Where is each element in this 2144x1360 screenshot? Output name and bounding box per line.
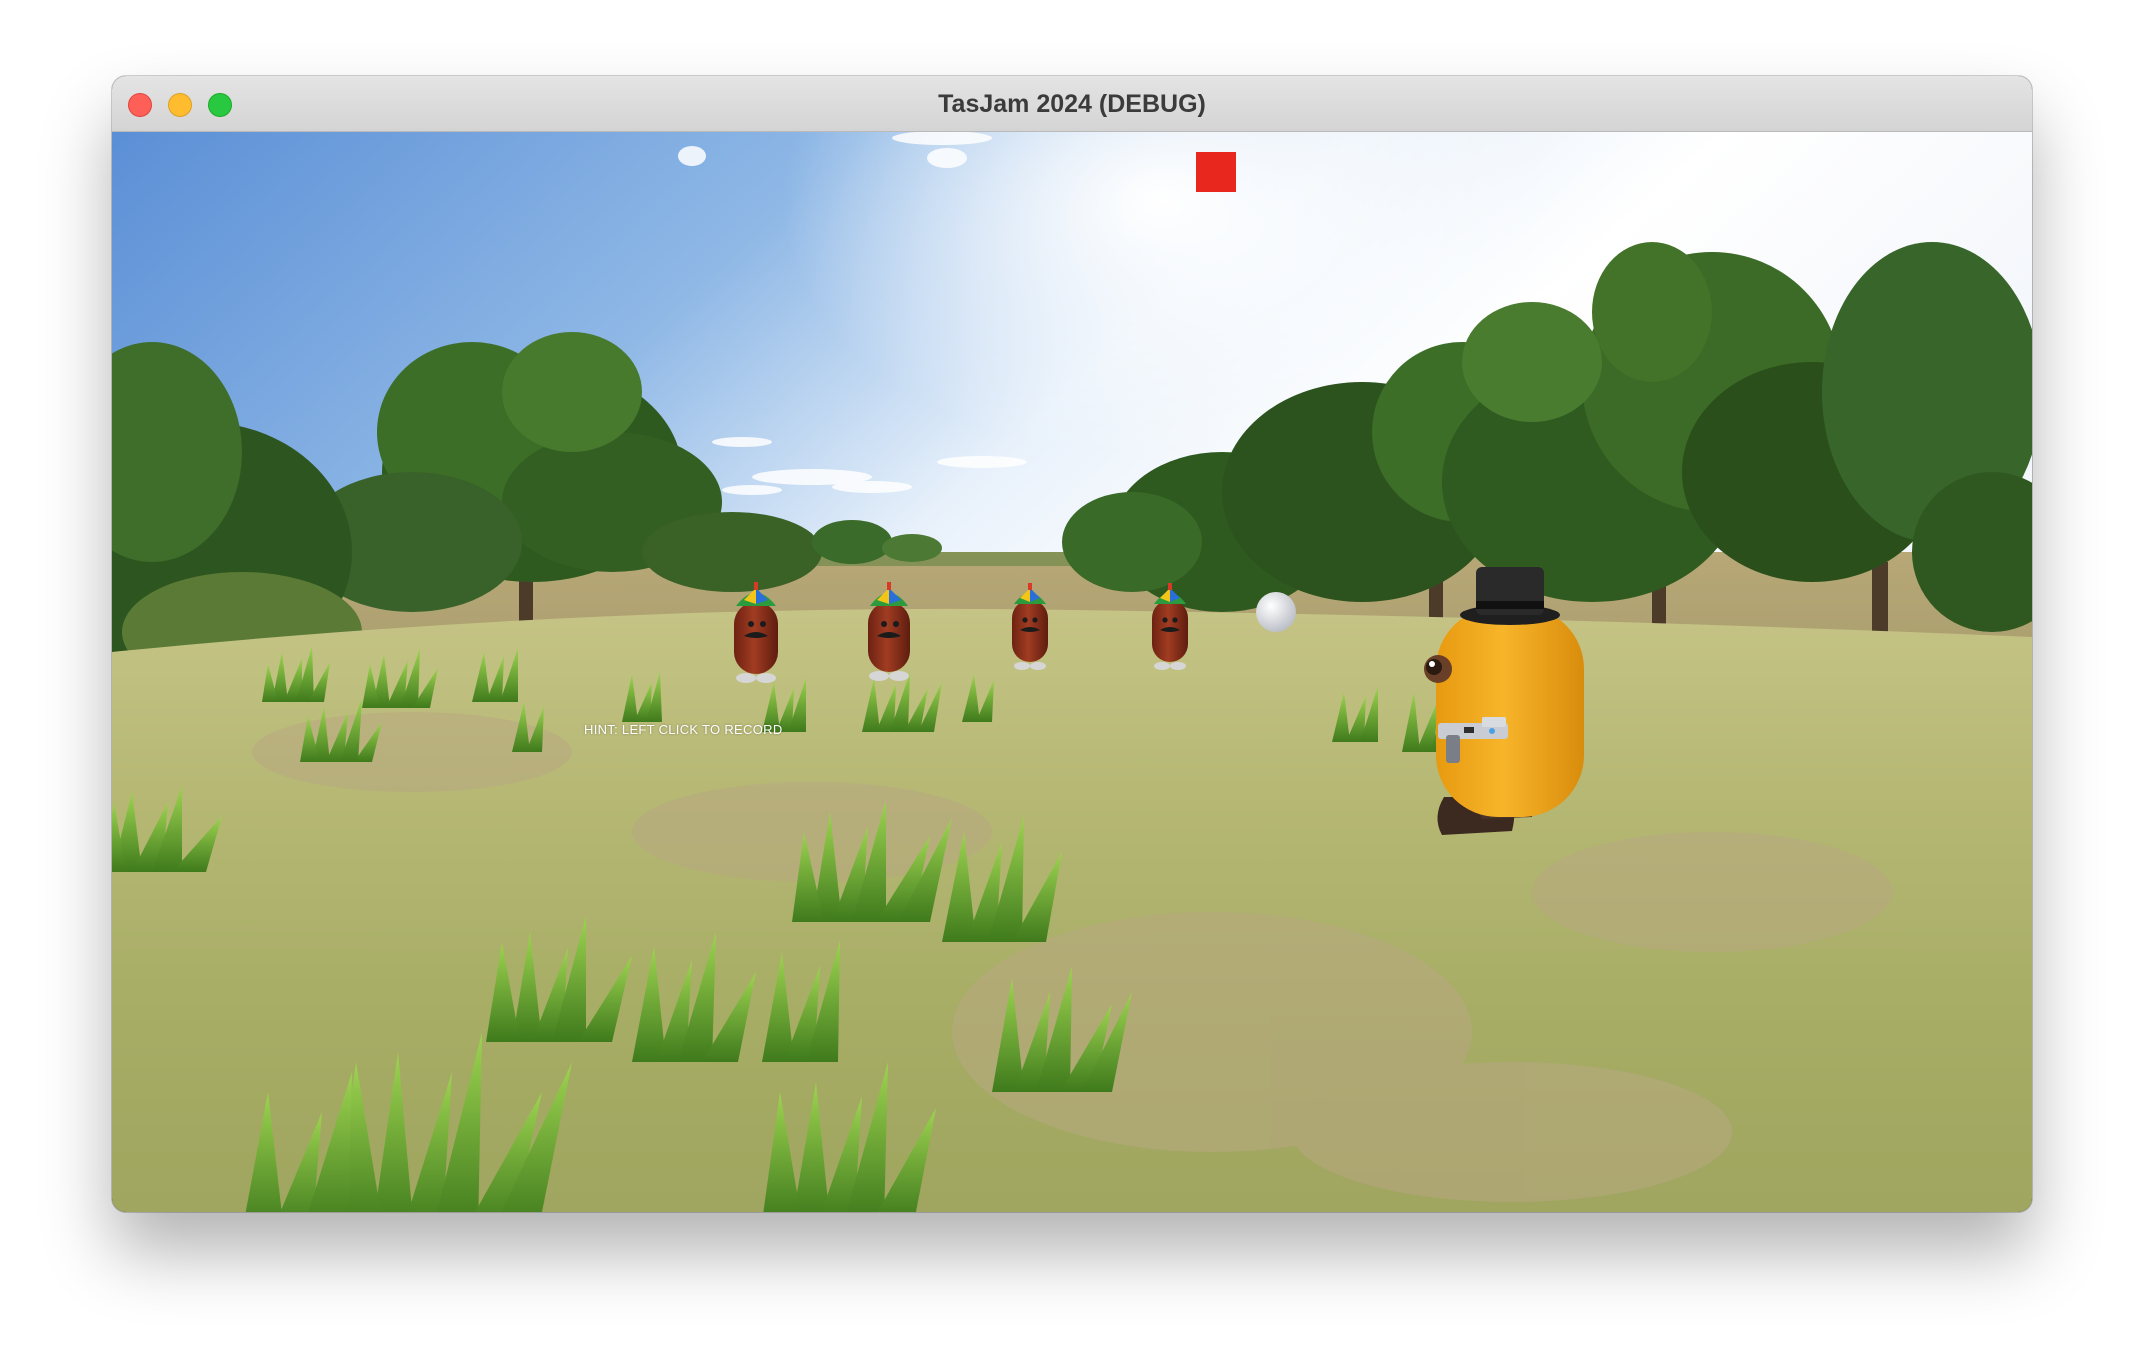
hint-text: HINT: LEFT CLICK TO RECORD bbox=[584, 722, 783, 737]
game-viewport[interactable]: HINT: LEFT CLICK TO RECORD bbox=[112, 132, 2032, 1212]
game-scene bbox=[112, 132, 2032, 1212]
app-window: TasJam 2024 (DEBUG) HINT: LEFT CLICK TO … bbox=[112, 76, 2032, 1212]
window-title: TasJam 2024 (DEBUG) bbox=[938, 90, 1206, 118]
projectile-ball bbox=[1256, 592, 1296, 632]
record-indicator bbox=[1196, 152, 1236, 192]
title-bar[interactable]: TasJam 2024 (DEBUG) bbox=[112, 76, 2032, 132]
